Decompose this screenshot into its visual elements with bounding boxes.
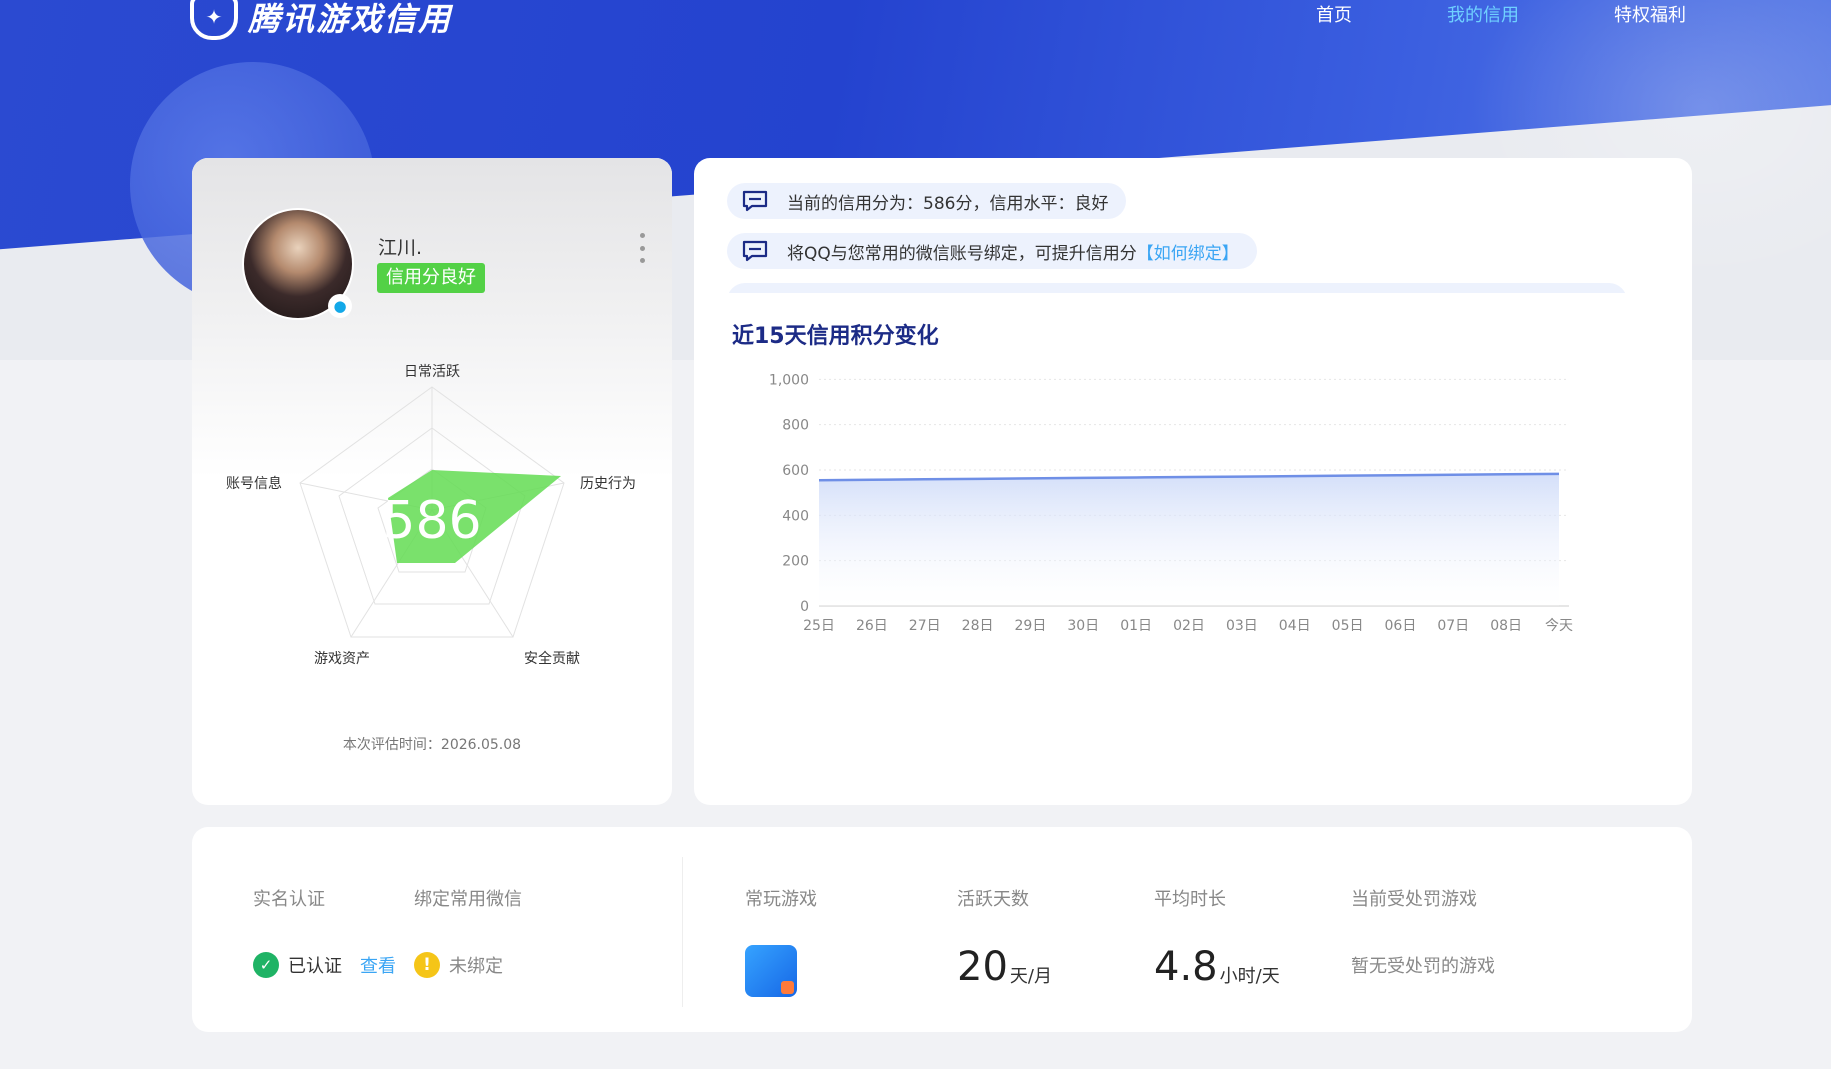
y-tick-label: 600	[782, 463, 809, 479]
y-tick-label: 800	[782, 418, 809, 434]
chat-bubble-icon	[742, 240, 768, 262]
x-tick-label: 02日	[1173, 618, 1205, 634]
view-realname-link[interactable]: 查看	[360, 952, 396, 978]
radar-label-daily-active: 日常活跃	[404, 364, 460, 380]
radar-label-account: 账号信息	[226, 475, 282, 492]
x-tick-label: 27日	[909, 618, 941, 634]
credit-score: 586	[382, 491, 481, 551]
x-tick-label: 06日	[1385, 618, 1417, 634]
x-tick-label: 08日	[1490, 618, 1522, 634]
x-tick-label: 26日	[856, 618, 888, 634]
how-to-bind-link[interactable]: 【如何绑定】	[1137, 239, 1239, 264]
avg-time-label: 平均时长	[1154, 889, 1226, 910]
active-days-value: 20	[957, 944, 1008, 990]
site-logo[interactable]: ✦ 腾讯游戏信用	[190, 0, 452, 40]
series-area	[819, 473, 1559, 606]
x-tick-label: 28日	[962, 618, 994, 634]
username: 江川.	[378, 237, 423, 259]
tips-ticker: 当前的信用分为：586分，信用水平：良好 将QQ与您常用的微信账号绑定，可提升信…	[727, 183, 1627, 293]
y-tick-label: 1,000	[769, 372, 809, 388]
radar-label-history: 历史行为	[580, 476, 636, 492]
x-tick-label: 01日	[1120, 618, 1152, 634]
realname-label: 实名认证	[253, 889, 325, 910]
x-tick-label: 03日	[1226, 618, 1258, 634]
stats-card: 实名认证 绑定常用微信 ✓ 已认证 查看 ! 未绑定 常玩游戏 活跃天数 20 …	[192, 827, 1692, 1032]
shield-logo-icon: ✦	[190, 0, 238, 40]
x-tick-label: 25日	[803, 618, 835, 634]
game-label: 常玩游戏	[745, 889, 817, 910]
check-circle-icon: ✓	[253, 952, 279, 978]
nav-privileges[interactable]: 特权福利	[1614, 1, 1686, 27]
chart-card: 当前的信用分为：586分，信用水平：良好 将QQ与您常用的微信账号绑定，可提升信…	[694, 158, 1692, 805]
x-tick-label: 29日	[1015, 618, 1047, 634]
tip-text: 将QQ与您常用的微信账号绑定，可提升信用分	[787, 243, 1137, 264]
active-days-row: 20 天/月	[957, 944, 1052, 990]
avg-time-unit: 小时/天	[1219, 966, 1280, 987]
penalty-value: 暂无受处罚的游戏	[1351, 956, 1495, 977]
y-tick-label: 400	[782, 508, 809, 524]
wechat-status[interactable]: 未绑定	[449, 952, 503, 978]
logo-text: 腾讯游戏信用	[248, 0, 453, 38]
chart-title: 近15天信用积分变化	[732, 324, 939, 349]
qq-icon: ●	[328, 294, 352, 318]
tip-credit-score: 当前的信用分为：586分，信用水平：良好	[727, 183, 1127, 219]
profile-card: ● 江川. 信用分良好 586 日常活跃 历史行为 安全贡献 游戏资产 账号信息…	[192, 158, 672, 805]
evaluation-time: 本次评估时间：2026.05.08	[342, 737, 522, 753]
x-tick-label: 30日	[1067, 618, 1099, 634]
active-days-label: 活跃天数	[957, 889, 1029, 910]
radar-label-security: 安全贡献	[524, 650, 580, 667]
x-tick-label: 07日	[1437, 618, 1469, 634]
avg-time-value: 4.8	[1154, 944, 1218, 990]
tip-partial	[727, 283, 1627, 293]
active-days-unit: 天/月	[1009, 966, 1052, 987]
x-tick-label: 04日	[1279, 618, 1311, 634]
stats-divider	[682, 857, 683, 1007]
realname-status-row: ✓ 已认证 查看	[253, 952, 396, 978]
x-tick-label: 05日	[1332, 618, 1364, 634]
tip-text: 当前的信用分为：586分，信用水平：良好	[787, 193, 1109, 214]
warning-icon: !	[414, 952, 440, 978]
x-tick-label: 今天	[1545, 618, 1573, 634]
credit-trend-chart: 02004006008001,0001,20025日26日27日28日29日30…	[769, 372, 1573, 634]
game-icon[interactable]	[745, 945, 797, 997]
credit-level-badge: 信用分良好	[377, 263, 485, 293]
y-tick-label: 0	[800, 599, 809, 615]
chat-bubble-icon	[742, 190, 768, 212]
realname-status: 已认证	[288, 956, 342, 977]
nav-my-credit[interactable]: 我的信用	[1447, 1, 1519, 27]
nav-home[interactable]: 首页	[1316, 1, 1352, 27]
wechat-label: 绑定常用微信	[414, 889, 522, 910]
credit-radar-chart: 586 日常活跃 历史行为 安全贡献 游戏资产 账号信息	[226, 364, 636, 667]
more-options-icon[interactable]	[637, 233, 647, 263]
tip-bind-wechat: 将QQ与您常用的微信账号绑定，可提升信用分 【如何绑定】	[727, 233, 1257, 269]
top-nav: 首页 我的信用 特权福利	[1221, 1, 1686, 27]
y-tick-label: 200	[782, 554, 809, 570]
avg-time-row: 4.8 小时/天	[1154, 944, 1280, 990]
penalty-label: 当前受处罚游戏	[1351, 889, 1477, 910]
radar-label-assets: 游戏资产	[314, 651, 370, 667]
wechat-status-row: ! 未绑定	[414, 952, 503, 978]
